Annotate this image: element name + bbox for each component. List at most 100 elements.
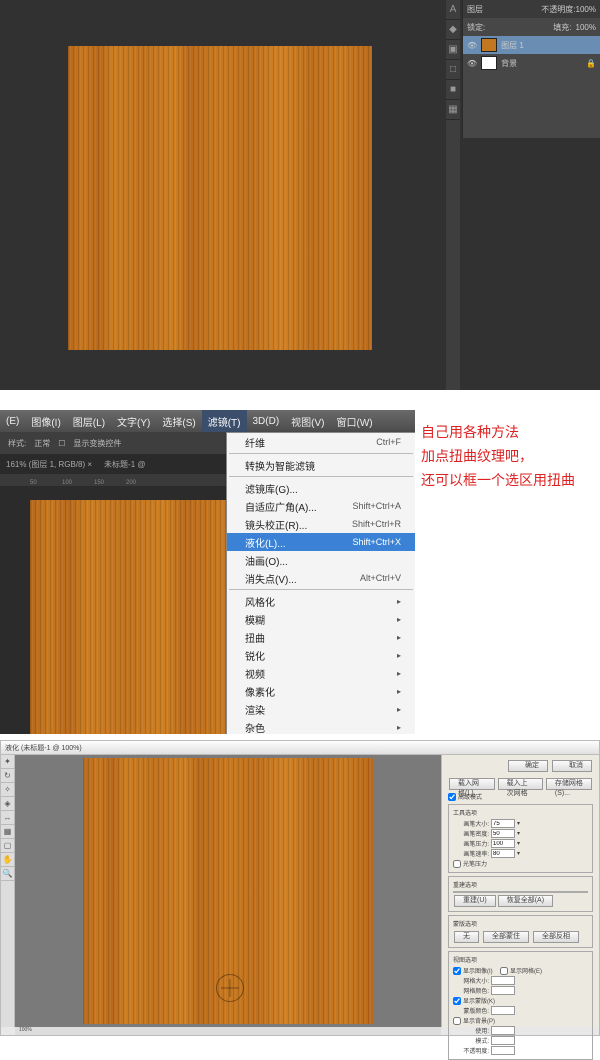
lock-label: 锁定: [467,22,485,33]
opacity-value[interactable]: 100% [576,5,596,14]
menu-select[interactable]: 选择(S) [156,410,201,432]
filter-menu-item[interactable]: 转换为智能滤镜 [227,456,415,474]
lock-icon: 🔒 [586,59,596,68]
brush-density-label: 画笔密度: [453,829,489,838]
menu-image[interactable]: 图像(I) [25,410,66,432]
panel-icon[interactable]: ■ [446,80,460,100]
layer-row-selected[interactable]: 👁 图层 1 [463,36,600,54]
ok-button[interactable]: 确定 [508,760,548,772]
transform-check-label[interactable]: 显示变换控件 [73,438,121,449]
tool-warp[interactable]: ✦ [1,755,14,769]
filter-menu-item[interactable]: 滤镜库(G)... [227,479,415,497]
filter-menu-item[interactable]: 镜头校正(R)...Shift+Ctrl+R [227,515,415,533]
filter-menu-item[interactable]: 风格化 [227,592,415,610]
brush-pressure-label: 画笔压力: [453,839,489,848]
menu-3d[interactable]: 3D(D) [247,410,286,432]
show-mask-check[interactable]: 显示蒙版(K) [453,996,588,1005]
dialog-titlebar: 液化 (未标题-1 @ 100%) [1,741,599,755]
mesh-color-select[interactable] [491,986,515,995]
opacity-select[interactable] [491,1046,515,1055]
group-title: 重建选项 [453,880,588,889]
stylus-pressure-check[interactable]: 光笔压力 [453,859,588,868]
group-title: 蒙版选项 [453,919,588,928]
menu-edit[interactable]: (E) [0,410,25,432]
mesh-size-select[interactable] [491,976,515,985]
eye-icon[interactable]: 👁 [467,59,477,68]
brush-rate-input[interactable] [491,849,515,858]
doc-tab-1[interactable]: 161% (图层 1, RGB/8) × [6,459,92,470]
style-value[interactable]: 正常 [34,438,50,449]
filter-menu-item[interactable]: 油画(O)... [227,551,415,569]
menu-view[interactable]: 视图(V) [285,410,330,432]
tool-twirl[interactable]: ↻ [1,769,14,783]
tool-zoom[interactable]: 🔍 [1,867,14,881]
mode-select[interactable] [491,1036,515,1045]
tool-hand[interactable]: ✋ [1,853,14,867]
menu-layer[interactable]: 图层(L) [67,410,111,432]
use-select[interactable] [491,1026,515,1035]
panel-icon[interactable]: ▦ [446,100,460,120]
show-image-check[interactable]: 显示图像(I) 显示网格(E) [453,966,588,975]
tool-thaw[interactable]: ▢ [1,839,14,853]
eye-icon[interactable]: 👁 [467,41,477,50]
mask-color-select[interactable] [491,1006,515,1015]
mask-invert-button[interactable]: 全部反相 [533,931,579,943]
restore-all-button[interactable]: 恢复全部(A) [498,895,553,907]
tool-freeze[interactable]: ▦ [1,825,14,839]
menu-window[interactable]: 窗口(W) [331,410,379,432]
brush-size-input[interactable] [491,819,515,828]
photoshop-window-1: A ◆ ▣ □ ■ ▦ 图层 不透明度: 100% 锁定: 填充: 100% 👁… [0,0,600,390]
filter-menu-item[interactable]: 杂色 [227,718,415,734]
menu-type[interactable]: 文字(Y) [111,410,156,432]
mask-none-button[interactable]: 无 [454,931,479,943]
section-2: (E) 图像(I) 图层(L) 文字(Y) 选择(S) 滤镜(T) 3D(D) … [0,410,600,734]
layers-panel-header: 图层 不透明度: 100% [463,0,600,18]
load-last-mesh-button[interactable]: 载入上次网格 [498,778,543,790]
zoom-value[interactable]: 100% [19,1027,32,1033]
mask-all-button[interactable]: 全部蒙住 [483,931,529,943]
menu-filter[interactable]: 滤镜(T) [202,410,247,432]
filter-menu-item[interactable]: 扭曲 [227,628,415,646]
show-bg-check[interactable]: 显示背景(P) [453,1016,588,1025]
panel-icon[interactable]: ◆ [446,20,460,40]
brush-density-input[interactable] [491,829,515,838]
liquify-canvas[interactable] [83,758,373,1024]
liquify-toolbar: ✦ ↻ ✧ ◈ ↔ ▦ ▢ ✋ 🔍 [1,755,15,1027]
brush-pressure-input[interactable] [491,839,515,848]
filter-menu-item[interactable]: 渲染 [227,700,415,718]
filter-dropdown-menu: 纤维Ctrl+F 转换为智能滤镜滤镜库(G)...自适应广角(A)...Shift… [226,432,415,734]
panel-icon[interactable]: A [446,0,460,20]
fill-value[interactable]: 100% [576,23,596,32]
load-mesh-button[interactable]: 载入网格(L)... [449,778,495,790]
filter-menu-item[interactable]: 消失点(V)...Alt+Ctrl+V [227,569,415,587]
tool-pucker[interactable]: ✧ [1,783,14,797]
layers-tab-label[interactable]: 图层 [467,4,483,15]
filter-menu-item[interactable]: 液化(L)...Shift+Ctrl+X [227,533,415,551]
mode-label: 模式: [453,1036,489,1045]
status-bar: 100% [15,1027,441,1035]
doc-tab-2[interactable]: 未标题-1 @ [104,459,145,470]
menu-bar: (E) 图像(I) 图层(L) 文字(Y) 选择(S) 滤镜(T) 3D(D) … [0,410,415,432]
cancel-button[interactable]: 取消 [552,760,592,772]
panel-icon[interactable]: ▣ [446,40,460,60]
filter-menu-item[interactable]: 像素化 [227,682,415,700]
filter-menu-item[interactable]: 模糊 [227,610,415,628]
save-mesh-button[interactable]: 存储网格(S)... [546,778,592,790]
panel-icon[interactable]: □ [446,60,460,80]
filter-menu-item[interactable]: 视频 [227,664,415,682]
filter-menu-item[interactable]: 锐化 [227,646,415,664]
style-label: 样式: [8,438,26,449]
dialog-title: 液化 (未标题-1 @ 100%) [5,743,82,753]
ruler-tick: 200 [126,480,158,486]
filter-menu-item[interactable]: 纤维Ctrl+F [227,433,415,451]
mask-options-group: 蒙版选项 无 全部蒙住 全部反相 [448,915,593,948]
tool-bloat[interactable]: ◈ [1,797,14,811]
ruler-tick: 50 [30,480,62,486]
collapsed-panels: A ◆ ▣ □ ■ ▦ [446,0,460,390]
opacity-label: 不透明度: [453,1046,489,1055]
layer-row-bg[interactable]: 👁 背景 🔒 [463,54,600,72]
rebuild-button[interactable]: 重建(U) [454,895,496,907]
filter-menu-item[interactable]: 自适应广角(A)...Shift+Ctrl+A [227,497,415,515]
tool-push[interactable]: ↔ [1,811,14,825]
rebuild-slider[interactable] [453,891,588,893]
